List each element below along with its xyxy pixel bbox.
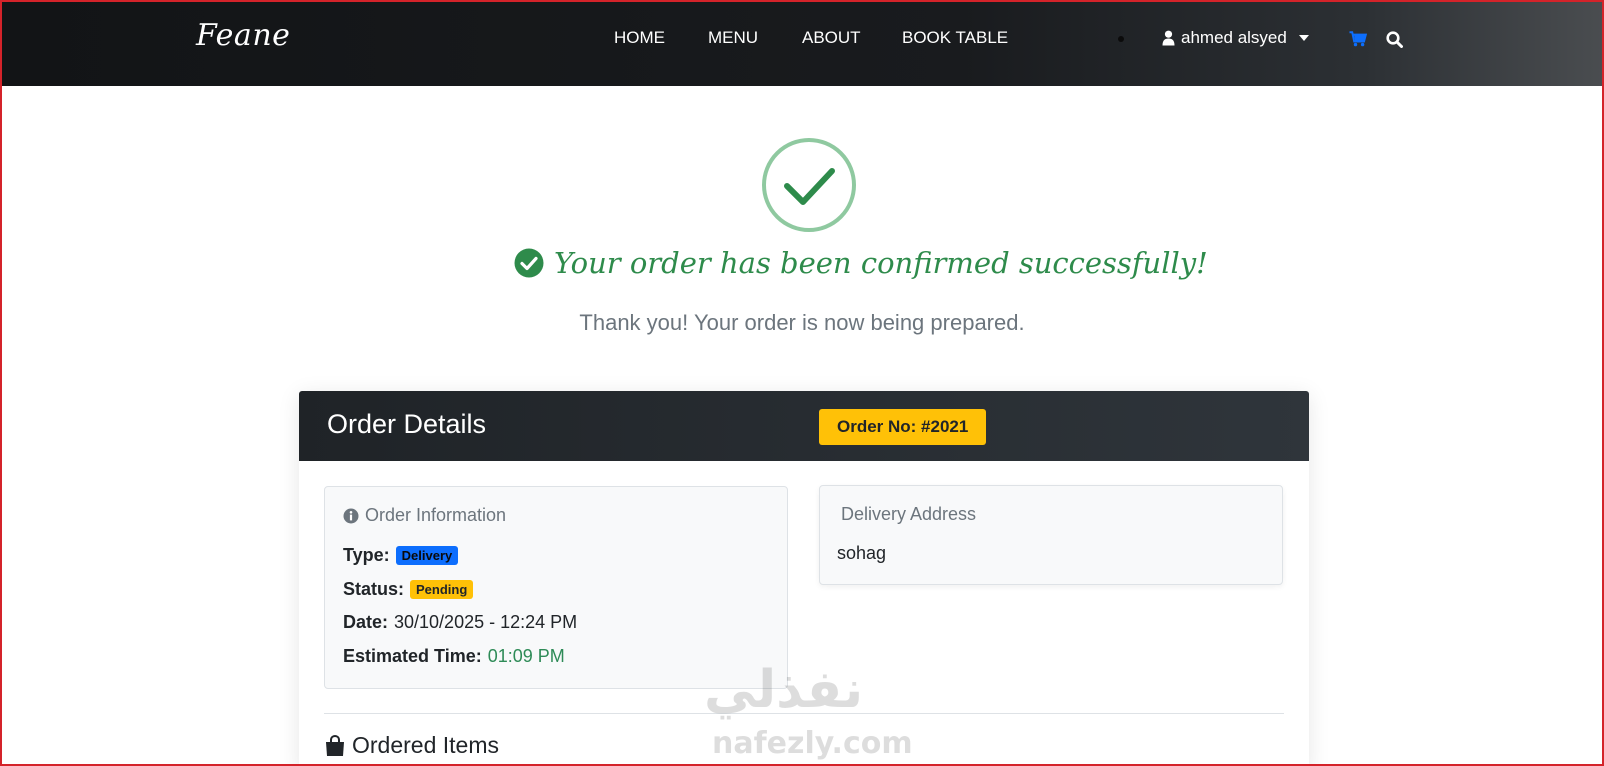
chevron-down-icon bbox=[1298, 35, 1309, 41]
info-row-estimated-time: Estimated Time: 01:09 PM bbox=[343, 646, 565, 667]
panel-heading-text: Order Information bbox=[365, 505, 507, 525]
delivery-address-panel: Delivery Address sohag bbox=[819, 485, 1283, 585]
panel-heading: Order Information bbox=[343, 505, 506, 526]
user-dropdown[interactable]: ahmed alsyed bbox=[1162, 28, 1309, 48]
status-badge: Pending bbox=[410, 580, 474, 599]
address-value: sohag bbox=[837, 543, 887, 563]
panel-heading-text: Delivery Address bbox=[841, 504, 977, 524]
estimated-time-value: 01:09 PM bbox=[487, 646, 565, 666]
order-information-panel: Order Information Type: Delivery Status:… bbox=[324, 486, 788, 689]
brand-logo[interactable]: Feane bbox=[196, 18, 290, 53]
info-row-status: Status: Pending bbox=[343, 579, 474, 600]
date-value: 30/10/2025 - 12:24 PM bbox=[394, 612, 578, 632]
info-icon bbox=[343, 508, 359, 523]
nav-about[interactable]: ABOUT bbox=[802, 28, 861, 48]
card-title: Order Details bbox=[327, 409, 487, 439]
nav-home[interactable]: HOME bbox=[614, 28, 665, 48]
check-circle-icon bbox=[514, 248, 544, 278]
date-label: Date: bbox=[343, 612, 389, 632]
info-row-type: Type: Delivery bbox=[343, 545, 459, 566]
shopping-cart-icon[interactable] bbox=[1349, 31, 1368, 51]
order-number-badge: Order No: #2021 bbox=[819, 409, 987, 445]
nav-menu[interactable]: MENU bbox=[708, 28, 758, 48]
order-details-card: Order Details Order No: #2021 Order Info… bbox=[299, 391, 1309, 766]
top-navbar: Feane HOME MENU ABOUT BOOK TABLE ahmed a… bbox=[0, 0, 1604, 86]
estimated-time-label: Estimated Time: bbox=[343, 646, 482, 666]
card-header: Order Details Order No: #2021 bbox=[299, 391, 1309, 461]
type-badge: Delivery bbox=[395, 546, 459, 565]
nav-book-table[interactable]: BOOK TABLE bbox=[902, 28, 1008, 48]
shopping-bag-icon bbox=[326, 734, 344, 756]
user-name: ahmed alsyed bbox=[1181, 28, 1287, 47]
ordered-items-text: Ordered Items bbox=[352, 732, 499, 758]
nav-separator-dot bbox=[1118, 36, 1124, 42]
user-icon bbox=[1162, 30, 1175, 46]
section-divider bbox=[324, 713, 1284, 714]
checkmark-icon bbox=[784, 168, 835, 205]
status-label: Status: bbox=[343, 579, 405, 599]
search-icon[interactable] bbox=[1386, 31, 1403, 52]
ordered-items-heading: Ordered Items bbox=[324, 732, 499, 759]
type-label: Type: bbox=[343, 545, 390, 565]
info-row-date: Date: 30/10/2025 - 12:24 PM bbox=[343, 612, 577, 633]
confirmation-text: Your order has been confirmed successful… bbox=[554, 246, 1208, 280]
confirmation-subtext: Thank you! Your order is now being prepa… bbox=[579, 310, 1025, 335]
success-check-circle bbox=[762, 138, 856, 232]
confirmation-message: Your order has been confirmed successful… bbox=[514, 246, 1208, 280]
